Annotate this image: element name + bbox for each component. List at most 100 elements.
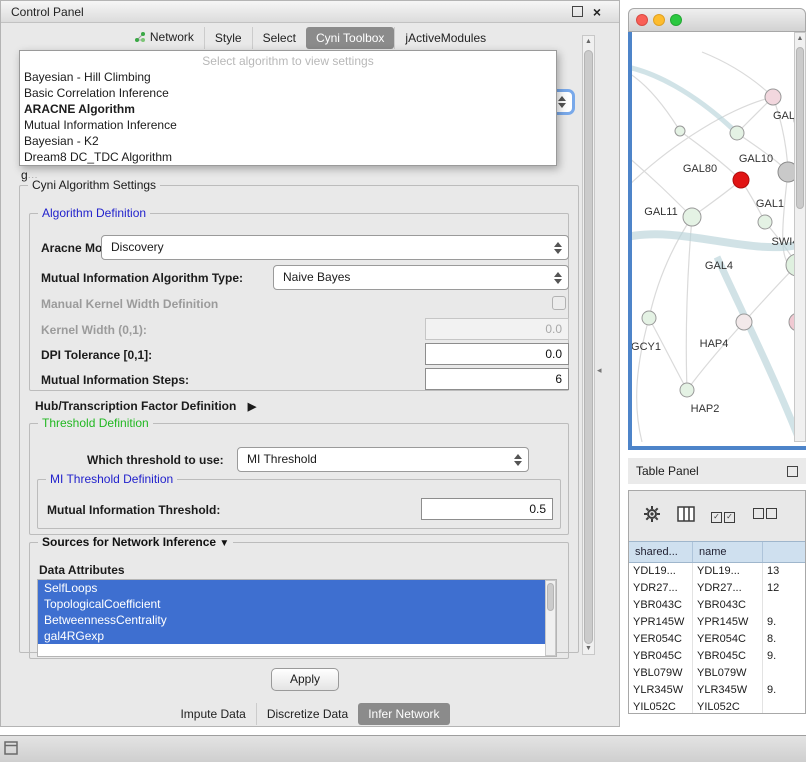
float-window-icon[interactable] (572, 6, 583, 17)
cell: YBR045C (693, 648, 763, 665)
dpi-tolerance-input[interactable] (425, 343, 569, 365)
network-scrollbar-thumb[interactable] (796, 47, 804, 209)
mi-threshold-group-title: MI Threshold Definition (46, 472, 177, 486)
node[interactable] (730, 126, 744, 140)
algorithm-option[interactable]: Bayesian - Hill Climbing (20, 69, 556, 85)
cell: YER054C (629, 631, 693, 648)
tab-style[interactable]: Style (204, 27, 252, 49)
algorithm-option[interactable]: Basic Correlation Inference (20, 85, 556, 101)
cell: 8. (763, 631, 806, 648)
list-scrollbar[interactable] (545, 580, 556, 656)
network-scrollbar[interactable]: ▲ (794, 32, 806, 442)
table-row[interactable]: YIL052CYIL052C (629, 699, 806, 714)
node-gray[interactable] (778, 162, 794, 182)
network-wide-edges (632, 67, 794, 442)
list-item-selected[interactable]: SelfLoops (38, 580, 551, 596)
algorithm-option[interactable]: Mutual Information Inference (20, 117, 556, 133)
list-item-selected[interactable]: gal4RGexp (38, 628, 551, 644)
table-row[interactable]: YBR045CYBR045C9. (629, 648, 806, 665)
cell: 12 (763, 580, 806, 597)
node[interactable] (683, 208, 701, 226)
close-panel-icon[interactable]: × (593, 7, 601, 17)
table-row[interactable]: YBL079WYBL079W (629, 665, 806, 682)
scroll-down-icon[interactable]: ▼ (583, 645, 594, 652)
dpi-tolerance-label: DPI Tolerance [0,1]: (41, 348, 152, 362)
tab-select-label: Select (263, 31, 296, 45)
table-row[interactable]: YBR043CYBR043C (629, 597, 806, 614)
float-panel-icon[interactable] (787, 466, 798, 477)
splitter-collapse-icon[interactable]: ◂ (597, 366, 602, 375)
table-row[interactable]: YPR145WYPR145W9. (629, 614, 806, 631)
control-panel-titlebar: Control Panel × (1, 1, 619, 23)
network-canvas[interactable]: GAL80 GAL10 GAL11 GAL1 SWI4 GAL4 GCY1 HA… (632, 32, 794, 442)
cell: YIL052C (693, 699, 763, 714)
scroll-up-icon[interactable]: ▲ (795, 35, 805, 42)
minimize-window-icon[interactable] (653, 14, 665, 26)
algorithm-option[interactable]: Dream8 DC_TDC Algorithm (20, 149, 556, 165)
kernel-width-input[interactable] (425, 318, 569, 340)
tab-impute-data[interactable]: Impute Data (170, 703, 255, 725)
panel-scrollbar[interactable]: ▲ ▼ (582, 35, 595, 655)
column-header[interactable]: shared... (629, 542, 693, 562)
mi-type-combobox[interactable]: Naive Bayes (273, 265, 569, 290)
node[interactable] (675, 126, 685, 136)
tab-cyni-toolbox[interactable]: Cyni Toolbox (306, 27, 394, 49)
mi-type-label: Mutual Information Algorithm Type: (41, 271, 243, 285)
expand-down-icon: ▼ (219, 538, 229, 549)
mi-threshold-label: Mutual Information Threshold: (47, 503, 220, 517)
threshold-definition-title: Threshold Definition (38, 416, 153, 430)
node[interactable] (642, 311, 656, 325)
docked-panel-icon[interactable] (4, 741, 18, 758)
table-row[interactable]: YER054CYER054C8. (629, 631, 806, 648)
node[interactable] (680, 383, 694, 397)
sources-expander[interactable]: Sources for Network Inference ▼ (38, 535, 233, 549)
hub-definition-expander[interactable]: Hub/Transcription Factor Definition ▶ (35, 399, 256, 413)
cell: YDR27... (629, 580, 693, 597)
cell: YPR145W (693, 614, 763, 631)
cell (763, 597, 806, 614)
aracne-mode-combobox[interactable]: Discovery (101, 235, 569, 260)
node[interactable] (786, 254, 794, 276)
manual-kernel-checkbox[interactable] (552, 296, 566, 310)
node-selected-red[interactable] (733, 172, 749, 188)
column-header[interactable]: name (693, 542, 763, 562)
hub-definition-label: Hub/Transcription Factor Definition (35, 399, 236, 413)
list-item-selected[interactable]: BetweennessCentrality (38, 612, 551, 628)
tab-infer-network[interactable]: Infer Network (358, 703, 449, 725)
algorithm-option[interactable]: Bayesian - K2 (20, 133, 556, 149)
tab-discretize-data[interactable]: Discretize Data (256, 703, 358, 725)
network-icon (134, 31, 146, 46)
algorithm-option-selected[interactable]: ARACNE Algorithm (20, 101, 556, 117)
select-all-checkboxes-icon[interactable]: ✓✓ (711, 508, 737, 523)
column-header[interactable] (763, 542, 806, 562)
apply-button[interactable]: Apply (271, 668, 339, 691)
panel-scrollbar-thumb[interactable] (584, 50, 593, 644)
tab-jactivemodules-label: jActiveModules (405, 31, 486, 45)
column-visibility-icon[interactable] (677, 506, 695, 525)
table-row[interactable]: YLR345WYLR345W9. (629, 682, 806, 699)
node[interactable] (736, 314, 752, 330)
tab-network[interactable]: Network (124, 26, 204, 50)
mi-steps-input[interactable] (425, 368, 569, 390)
combo-arrows-icon (558, 96, 566, 108)
deselect-all-checkboxes-icon[interactable] (753, 508, 779, 522)
close-window-icon[interactable] (636, 14, 648, 26)
table-row[interactable]: YDL19...YDL19...13 (629, 563, 806, 580)
network-graph: GAL80 GAL10 GAL11 GAL1 SWI4 GAL4 GCY1 HA… (632, 32, 794, 442)
scroll-up-icon[interactable]: ▲ (583, 38, 594, 45)
list-scrollbar-thumb[interactable] (547, 583, 554, 611)
mi-threshold-input[interactable] (421, 498, 553, 520)
which-threshold-combobox[interactable]: MI Threshold (237, 447, 529, 472)
tab-jactivemodules[interactable]: jActiveModules (394, 27, 496, 49)
zoom-window-icon[interactable] (670, 14, 682, 26)
tab-select[interactable]: Select (252, 27, 306, 49)
list-item-selected[interactable]: TopologicalCoefficient (38, 596, 551, 612)
cell: YBR043C (693, 597, 763, 614)
node[interactable] (758, 215, 772, 229)
node-label: GAL (773, 110, 794, 122)
node-label: SWI4 (772, 236, 794, 248)
settings-gear-icon[interactable] (643, 505, 661, 526)
tab-cyni-toolbox-label: Cyni Toolbox (316, 31, 384, 45)
table-row[interactable]: YDR27...YDR27...12 (629, 580, 806, 597)
node[interactable] (765, 89, 781, 105)
